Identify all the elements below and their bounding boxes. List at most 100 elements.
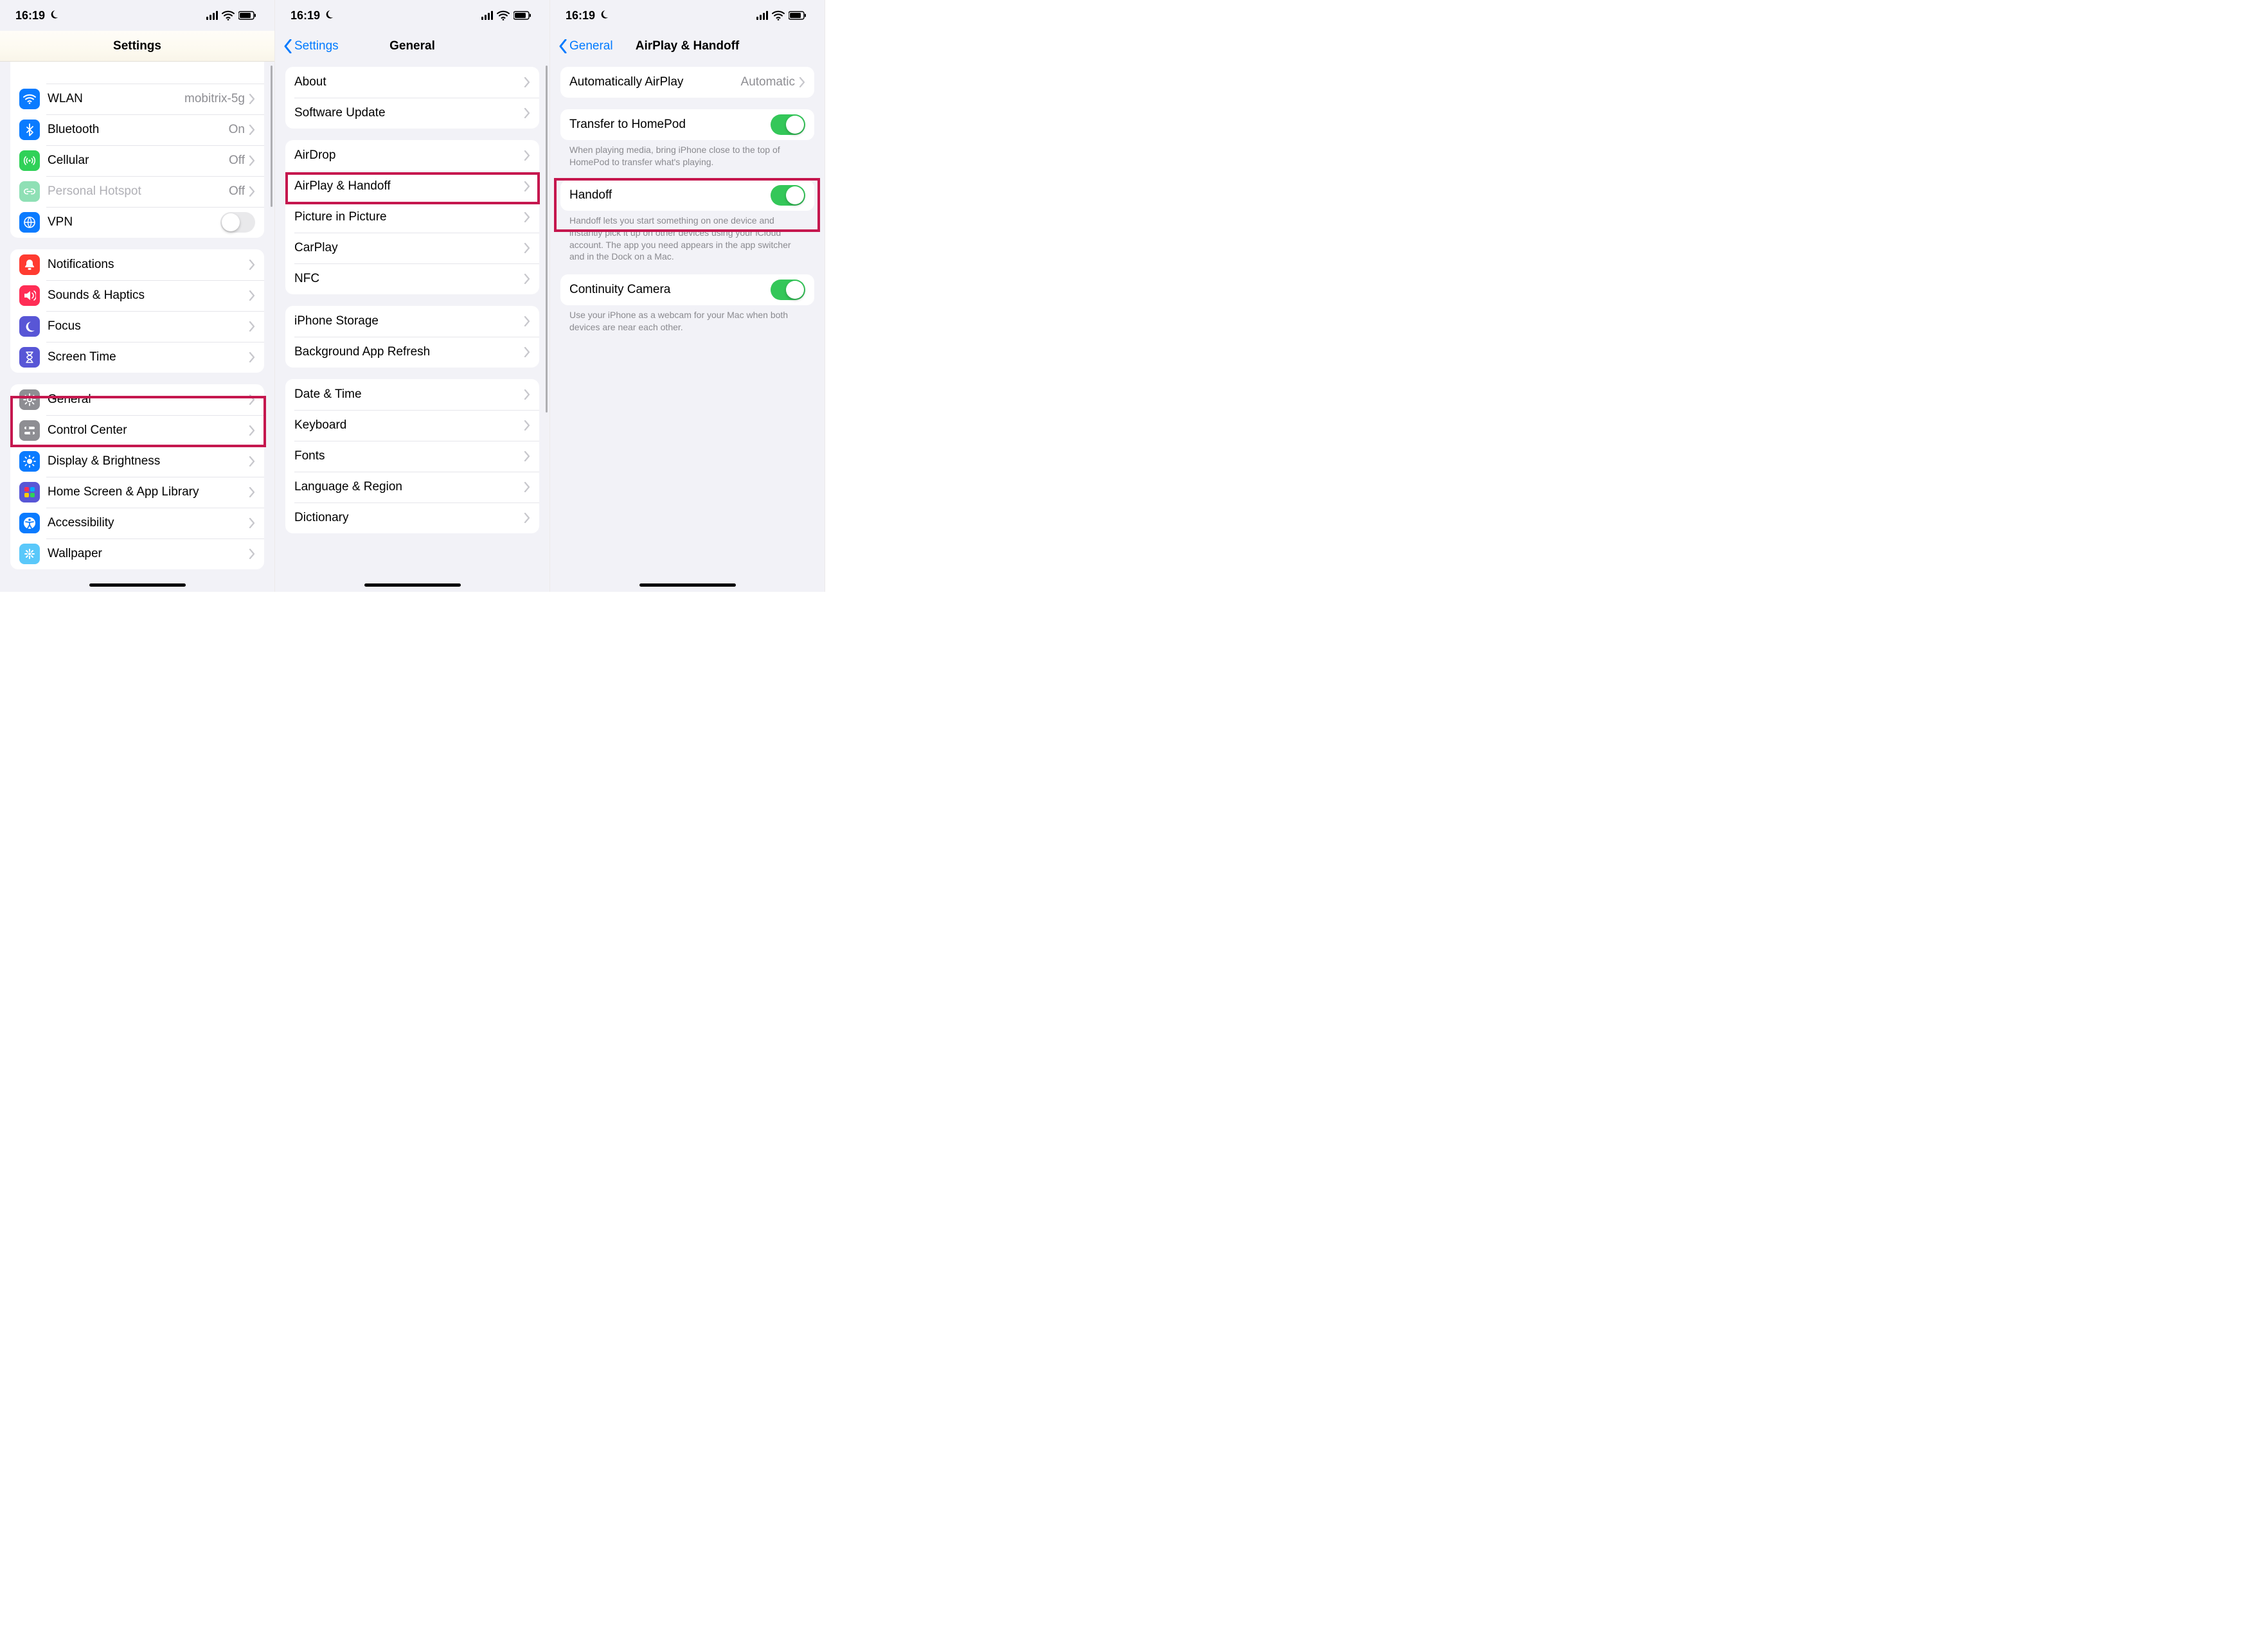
general-row-nfc[interactable]: NFC	[285, 263, 539, 294]
chevron-right-icon	[799, 77, 805, 87]
row-label: Accessibility	[48, 516, 249, 530]
antenna-icon	[19, 150, 40, 171]
moon-icon	[599, 9, 609, 22]
row-label: Transfer to HomePod	[569, 118, 771, 132]
row-label: AirDrop	[294, 148, 524, 163]
row-label: Handoff	[569, 188, 771, 202]
continuity-toggle[interactable]	[771, 280, 805, 300]
handoff-toggle[interactable]	[771, 185, 805, 206]
status-bar: 16:19	[275, 0, 549, 31]
row-value: On	[229, 123, 245, 137]
settings-row-display[interactable]: Display & Brightness	[10, 446, 264, 477]
row-label: Display & Brightness	[48, 454, 249, 468]
status-time: 16:19	[566, 9, 595, 22]
home-indicator[interactable]	[364, 583, 461, 587]
general-row-about[interactable]: About	[285, 67, 539, 98]
settings-row-focus[interactable]: Focus	[10, 311, 264, 342]
general-row-fonts[interactable]: Fonts	[285, 441, 539, 472]
settings-row-homescreen[interactable]: Home Screen & App Library	[10, 477, 264, 508]
row-label: Home Screen & App Library	[48, 485, 249, 499]
chevron-right-icon	[524, 108, 530, 118]
row-label: Personal Hotspot	[48, 184, 229, 199]
general-row-datetime[interactable]: Date & Time	[285, 379, 539, 410]
status-time: 16:19	[290, 9, 320, 22]
moon-icon	[324, 9, 334, 22]
settings-row-hotspot[interactable]: Personal Hotspot Off	[10, 176, 264, 207]
row-label: Cellular	[48, 154, 229, 168]
chevron-right-icon	[249, 456, 255, 467]
home-indicator[interactable]	[639, 583, 736, 587]
settings-row-general[interactable]: General	[10, 384, 264, 415]
home-indicator[interactable]	[89, 583, 186, 587]
nav-bar: General AirPlay & Handoff	[550, 31, 825, 62]
sliders-icon	[19, 420, 40, 441]
settings-row-bluetooth[interactable]: Bluetooth On	[10, 114, 264, 145]
general-row-dictionary[interactable]: Dictionary	[285, 502, 539, 533]
chevron-right-icon	[249, 186, 255, 197]
chevron-right-icon	[249, 425, 255, 436]
settings-row-screentime[interactable]: Screen Time	[10, 342, 264, 373]
accessibility-icon	[19, 513, 40, 533]
settings-row-vpn[interactable]: VPN	[10, 207, 264, 238]
settings-row-notifications[interactable]: Notifications	[10, 249, 264, 280]
nav-bar: Settings	[0, 31, 274, 62]
chevron-right-icon	[524, 243, 530, 253]
settings-row-cellular[interactable]: Cellular Off	[10, 145, 264, 176]
settings-row-accessibility[interactable]: Accessibility	[10, 508, 264, 538]
grid-icon	[19, 482, 40, 502]
row-auto-airplay[interactable]: Automatically AirPlay Automatic	[560, 67, 814, 98]
row-label: Automatically AirPlay	[569, 75, 741, 89]
row-label: VPN	[48, 215, 220, 229]
chevron-right-icon	[524, 212, 530, 222]
settings-row-wlan[interactable]: WLAN mobitrix-5g	[10, 84, 264, 114]
scrollbar[interactable]	[546, 66, 548, 413]
vpn-toggle[interactable]	[220, 212, 255, 233]
row-label: AirPlay & Handoff	[294, 179, 524, 193]
chevron-right-icon	[249, 518, 255, 528]
back-button[interactable]: Settings	[283, 39, 339, 53]
transfer-toggle[interactable]	[771, 114, 805, 135]
chevron-right-icon	[249, 549, 255, 559]
scrollbar[interactable]	[271, 66, 272, 207]
general-row-airplay-handoff[interactable]: AirPlay & Handoff	[285, 171, 539, 202]
general-row-pip[interactable]: Picture in Picture	[285, 202, 539, 233]
row-label: WLAN	[48, 92, 184, 106]
back-label: Settings	[294, 39, 339, 53]
settings-row-wallpaper[interactable]: Wallpaper	[10, 538, 264, 569]
general-row-software-update[interactable]: Software Update	[285, 98, 539, 129]
chevron-right-icon	[524, 451, 530, 461]
row-label: CarPlay	[294, 241, 524, 255]
general-row-airdrop[interactable]: AirDrop	[285, 140, 539, 171]
sun-icon	[19, 451, 40, 472]
row-label: Background App Refresh	[294, 345, 524, 359]
globe-icon	[19, 212, 40, 233]
wifi-icon	[19, 89, 40, 109]
chevron-right-icon	[249, 321, 255, 332]
status-time: 16:19	[15, 9, 45, 22]
bluetooth-icon	[19, 120, 40, 140]
back-button[interactable]: General	[558, 39, 613, 53]
chevron-right-icon	[524, 347, 530, 357]
row-label: Software Update	[294, 106, 524, 120]
row-label: About	[294, 75, 524, 89]
general-row-storage[interactable]: iPhone Storage	[285, 306, 539, 337]
general-row-language[interactable]: Language & Region	[285, 472, 539, 502]
moon-icon	[19, 316, 40, 337]
row-handoff[interactable]: Handoff	[560, 180, 814, 211]
row-transfer-homepod[interactable]: Transfer to HomePod	[560, 109, 814, 140]
status-bar: 16:19	[550, 0, 825, 31]
general-row-keyboard[interactable]: Keyboard	[285, 410, 539, 441]
row-label: Fonts	[294, 449, 524, 463]
gear-icon	[19, 389, 40, 410]
settings-row-sounds[interactable]: Sounds & Haptics	[10, 280, 264, 311]
chevron-right-icon	[524, 181, 530, 191]
chevron-right-icon	[524, 316, 530, 326]
chevron-right-icon	[524, 420, 530, 431]
nav-bar: Settings General	[275, 31, 549, 62]
general-row-carplay[interactable]: CarPlay	[285, 233, 539, 263]
general-row-bgrefresh[interactable]: Background App Refresh	[285, 337, 539, 368]
settings-row-control-center[interactable]: Control Center	[10, 415, 264, 446]
chevron-right-icon	[524, 513, 530, 523]
row-label: Wallpaper	[48, 547, 249, 561]
row-continuity-camera[interactable]: Continuity Camera	[560, 274, 814, 305]
